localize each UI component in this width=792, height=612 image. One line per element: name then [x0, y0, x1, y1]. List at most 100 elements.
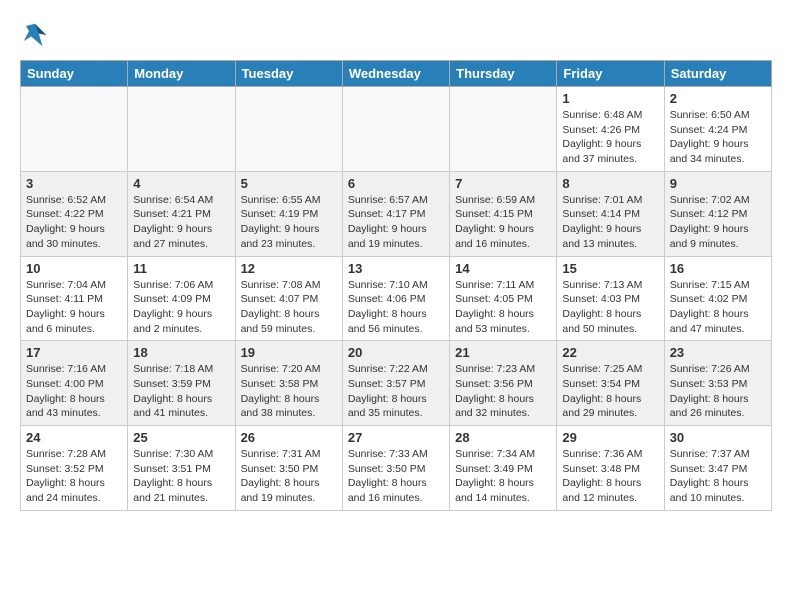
day-info: Sunrise: 7:20 AMSunset: 3:58 PMDaylight:… [241, 362, 337, 421]
calendar-cell: 28 Sunrise: 7:34 AMSunset: 3:49 PMDayligh… [450, 426, 557, 511]
day-info: Sunrise: 7:16 AMSunset: 4:00 PMDaylight:… [26, 362, 122, 421]
calendar-cell [235, 87, 342, 172]
calendar-cell: 14 Sunrise: 7:11 AMSunset: 4:05 PMDayligh… [450, 256, 557, 341]
calendar-cell [128, 87, 235, 172]
day-info: Sunrise: 7:31 AMSunset: 3:50 PMDaylight:… [241, 447, 337, 506]
day-info: Sunrise: 7:01 AMSunset: 4:14 PMDaylight:… [562, 193, 658, 252]
calendar-cell: 29 Sunrise: 7:36 AMSunset: 3:48 PMDayligh… [557, 426, 664, 511]
day-number: 28 [455, 430, 551, 445]
calendar-cell: 6Sunrise: 6:57 AMSunset: 4:17 PMDaylight… [342, 171, 449, 256]
week-row-2: 3 Sunrise: 6:52 AMSunset: 4:22 PMDaylight… [21, 171, 772, 256]
calendar-cell: 27 Sunrise: 7:33 AMSunset: 3:50 PMDayligh… [342, 426, 449, 511]
day-info: Sunrise: 7:33 AMSunset: 3:50 PMDaylight:… [348, 447, 444, 506]
calendar-cell: 21Sunrise: 7:23 AMSunset: 3:56 PMDayligh… [450, 341, 557, 426]
weekday-tuesday: Tuesday [235, 61, 342, 87]
calendar-cell [450, 87, 557, 172]
logo [20, 20, 54, 50]
calendar-cell: 9 Sunrise: 7:02 AMSunset: 4:12 PMDaylight… [664, 171, 771, 256]
calendar-cell: 8 Sunrise: 7:01 AMSunset: 4:14 PMDaylight… [557, 171, 664, 256]
calendar-cell: 20Sunrise: 7:22 AMSunset: 3:57 PMDayligh… [342, 341, 449, 426]
calendar-cell: 1 Sunrise: 6:48 AMSunset: 4:26 PMDaylight… [557, 87, 664, 172]
calendar: SundayMondayTuesdayWednesdayThursdayFrid… [20, 60, 772, 511]
calendar-cell: 5 Sunrise: 6:55 AMSunset: 4:19 PMDaylight… [235, 171, 342, 256]
day-number: 23 [670, 345, 766, 360]
day-number: 4 [133, 176, 229, 191]
day-info: Sunrise: 7:08 AMSunset: 4:07 PMDaylight:… [241, 278, 337, 337]
day-info: Sunrise: 7:10 AMSunset: 4:06 PMDaylight:… [348, 278, 444, 337]
calendar-cell: 15Sunrise: 7:13 AMSunset: 4:03 PMDayligh… [557, 256, 664, 341]
day-info: Sunrise: 7:30 AMSunset: 3:51 PMDaylight:… [133, 447, 229, 506]
week-row-1: 1 Sunrise: 6:48 AMSunset: 4:26 PMDaylight… [21, 87, 772, 172]
weekday-friday: Friday [557, 61, 664, 87]
day-number: 13 [348, 261, 444, 276]
header [20, 20, 772, 50]
week-row-4: 17 Sunrise: 7:16 AMSunset: 4:00 PMDayligh… [21, 341, 772, 426]
week-row-5: 24 Sunrise: 7:28 AMSunset: 3:52 PMDayligh… [21, 426, 772, 511]
calendar-cell: 7Sunrise: 6:59 AMSunset: 4:15 PMDaylight… [450, 171, 557, 256]
day-info: Sunrise: 7:36 AMSunset: 3:48 PMDaylight:… [562, 447, 658, 506]
day-info: Sunrise: 6:55 AMSunset: 4:19 PMDaylight:… [241, 193, 337, 252]
calendar-cell: 22 Sunrise: 7:25 AMSunset: 3:54 PMDayligh… [557, 341, 664, 426]
weekday-saturday: Saturday [664, 61, 771, 87]
page: SundayMondayTuesdayWednesdayThursdayFrid… [0, 0, 792, 521]
day-info: Sunrise: 7:28 AMSunset: 3:52 PMDaylight:… [26, 447, 122, 506]
day-info: Sunrise: 6:54 AMSunset: 4:21 PMDaylight:… [133, 193, 229, 252]
calendar-cell: 3 Sunrise: 6:52 AMSunset: 4:22 PMDaylight… [21, 171, 128, 256]
calendar-cell: 23 Sunrise: 7:26 AMSunset: 3:53 PMDayligh… [664, 341, 771, 426]
calendar-cell: 26 Sunrise: 7:31 AMSunset: 3:50 PMDayligh… [235, 426, 342, 511]
day-info: Sunrise: 7:13 AMSunset: 4:03 PMDaylight:… [562, 278, 658, 337]
calendar-cell [21, 87, 128, 172]
day-number: 7 [455, 176, 551, 191]
day-info: Sunrise: 7:34 AMSunset: 3:49 PMDaylight:… [455, 447, 551, 506]
day-number: 12 [241, 261, 337, 276]
logo-icon [20, 20, 50, 50]
calendar-cell: 12 Sunrise: 7:08 AMSunset: 4:07 PMDayligh… [235, 256, 342, 341]
day-info: Sunrise: 7:04 AMSunset: 4:11 PMDaylight:… [26, 278, 122, 337]
day-number: 22 [562, 345, 658, 360]
calendar-cell: 13 Sunrise: 7:10 AMSunset: 4:06 PMDayligh… [342, 256, 449, 341]
day-info: Sunrise: 7:23 AMSunset: 3:56 PMDaylight:… [455, 362, 551, 421]
calendar-cell: 18Sunrise: 7:18 AMSunset: 3:59 PMDayligh… [128, 341, 235, 426]
weekday-header-row: SundayMondayTuesdayWednesdayThursdayFrid… [21, 61, 772, 87]
day-number: 8 [562, 176, 658, 191]
day-number: 25 [133, 430, 229, 445]
day-info: Sunrise: 6:50 AMSunset: 4:24 PMDaylight:… [670, 108, 766, 167]
day-number: 30 [670, 430, 766, 445]
day-number: 9 [670, 176, 766, 191]
day-number: 18 [133, 345, 229, 360]
day-info: Sunrise: 7:37 AMSunset: 3:47 PMDaylight:… [670, 447, 766, 506]
day-info: Sunrise: 7:06 AMSunset: 4:09 PMDaylight:… [133, 278, 229, 337]
day-info: Sunrise: 6:52 AMSunset: 4:22 PMDaylight:… [26, 193, 122, 252]
weekday-monday: Monday [128, 61, 235, 87]
day-number: 17 [26, 345, 122, 360]
day-number: 2 [670, 91, 766, 106]
weekday-thursday: Thursday [450, 61, 557, 87]
calendar-cell: 11 Sunrise: 7:06 AMSunset: 4:09 PMDayligh… [128, 256, 235, 341]
calendar-cell: 16 Sunrise: 7:15 AMSunset: 4:02 PMDayligh… [664, 256, 771, 341]
day-number: 24 [26, 430, 122, 445]
day-number: 20 [348, 345, 444, 360]
day-info: Sunrise: 7:02 AMSunset: 4:12 PMDaylight:… [670, 193, 766, 252]
week-row-3: 10 Sunrise: 7:04 AMSunset: 4:11 PMDayligh… [21, 256, 772, 341]
day-number: 1 [562, 91, 658, 106]
calendar-cell [342, 87, 449, 172]
day-number: 3 [26, 176, 122, 191]
day-number: 5 [241, 176, 337, 191]
day-number: 27 [348, 430, 444, 445]
weekday-sunday: Sunday [21, 61, 128, 87]
day-info: Sunrise: 7:15 AMSunset: 4:02 PMDaylight:… [670, 278, 766, 337]
calendar-cell: 4 Sunrise: 6:54 AMSunset: 4:21 PMDaylight… [128, 171, 235, 256]
day-number: 11 [133, 261, 229, 276]
day-number: 14 [455, 261, 551, 276]
day-number: 26 [241, 430, 337, 445]
day-number: 10 [26, 261, 122, 276]
day-number: 29 [562, 430, 658, 445]
day-number: 16 [670, 261, 766, 276]
day-info: Sunrise: 6:57 AMSunset: 4:17 PMDaylight:… [348, 193, 444, 252]
day-info: Sunrise: 6:48 AMSunset: 4:26 PMDaylight:… [562, 108, 658, 167]
day-info: Sunrise: 7:26 AMSunset: 3:53 PMDaylight:… [670, 362, 766, 421]
day-info: Sunrise: 7:25 AMSunset: 3:54 PMDaylight:… [562, 362, 658, 421]
day-info: Sunrise: 7:11 AMSunset: 4:05 PMDaylight:… [455, 278, 551, 337]
weekday-wednesday: Wednesday [342, 61, 449, 87]
calendar-cell: 25 Sunrise: 7:30 AMSunset: 3:51 PMDayligh… [128, 426, 235, 511]
